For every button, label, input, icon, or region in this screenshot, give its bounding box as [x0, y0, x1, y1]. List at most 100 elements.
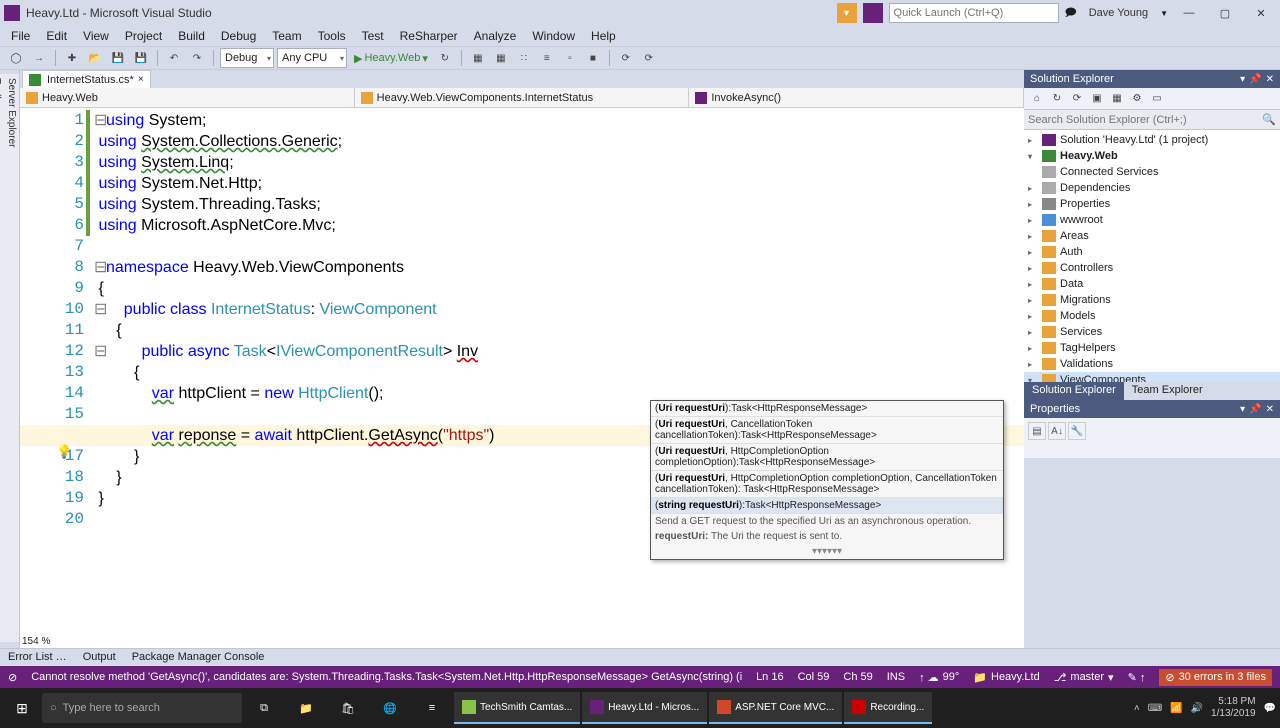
menu-project[interactable]: Project	[118, 27, 169, 45]
menu-test[interactable]: Test	[355, 27, 391, 45]
tree-node[interactable]: ▸wwwroot	[1024, 212, 1280, 228]
open-file-button[interactable]: 📂	[85, 48, 105, 68]
solution-search-input[interactable]	[1028, 114, 1262, 126]
lightbulb-icon[interactable]: 💡	[56, 444, 72, 460]
explorer-icon[interactable]: 📁	[286, 692, 326, 724]
undo-button[interactable]: ↶	[164, 48, 184, 68]
status-changes[interactable]: ✎ ↑	[1128, 671, 1146, 684]
toolbar-btn-1[interactable]: ▦	[468, 48, 488, 68]
team-explorer-tab[interactable]: Team Explorer	[1124, 382, 1211, 400]
redo-button[interactable]: ↷	[187, 48, 207, 68]
tree-node[interactable]: ▸Properties	[1024, 196, 1280, 212]
tree-node[interactable]: ▸Validations	[1024, 356, 1280, 372]
menu-help[interactable]: Help	[584, 27, 623, 45]
save-button[interactable]: 💾	[108, 48, 128, 68]
save-all-button[interactable]: 💾	[131, 48, 151, 68]
store-icon[interactable]: 🛍	[328, 692, 368, 724]
tree-node[interactable]: ▸Data	[1024, 276, 1280, 292]
toolbar-btn-5[interactable]: ▫	[560, 48, 580, 68]
tree-node[interactable]: Connected Services	[1024, 164, 1280, 180]
tree-node[interactable]: ▸Controllers	[1024, 260, 1280, 276]
start-button[interactable]: ⊞	[4, 692, 40, 724]
menu-team[interactable]: Team	[265, 27, 308, 45]
quick-launch-input[interactable]	[889, 3, 1059, 23]
prop-categorize-icon[interactable]: ▤	[1028, 422, 1046, 440]
config-dropdown[interactable]: Debug	[220, 48, 274, 68]
tree-node[interactable]: ▸Auth	[1024, 244, 1280, 260]
task-view-icon[interactable]: ⧉	[244, 692, 284, 724]
preview-icon[interactable]: ▭	[1148, 90, 1166, 108]
collapse-icon[interactable]: ▣	[1088, 90, 1106, 108]
taskbar-search[interactable]: ○Type here to search	[42, 693, 242, 723]
toolbar-btn-6[interactable]: ■	[583, 48, 603, 68]
output-tab[interactable]: Output	[75, 649, 124, 666]
browser-link-button[interactable]: ↻	[435, 48, 455, 68]
solution-search[interactable]: 🔍	[1024, 110, 1280, 130]
maximize-button[interactable]: ▢	[1210, 3, 1240, 23]
status-branch[interactable]: ⎇ master ▾	[1054, 671, 1114, 684]
zoom-level[interactable]: 154 %	[22, 636, 50, 647]
panel-close-icon[interactable]: ✕	[1266, 74, 1274, 85]
tree-solution[interactable]: ▸Solution 'Heavy.Ltd' (1 project)	[1024, 132, 1280, 148]
panel-pin-icon[interactable]: 📌	[1249, 74, 1261, 85]
intellisense-item[interactable]: (Uri requestUri, HttpCompletionOption co…	[651, 444, 1003, 471]
chrome-icon[interactable]: 🌐	[370, 692, 410, 724]
tray-volume-icon[interactable]: 🔊	[1191, 703, 1203, 714]
tree-node[interactable]: ▸Migrations	[1024, 292, 1280, 308]
status-errors[interactable]: ⊘ 30 errors in 3 files	[1159, 669, 1272, 686]
panel-dropdown-icon[interactable]: ▾	[1240, 404, 1245, 415]
feedback-icon[interactable]: 🗩	[1065, 4, 1077, 23]
intellisense-item[interactable]: (Uri requestUri, CancellationToken cance…	[651, 417, 1003, 444]
notification-bell-icon[interactable]	[863, 3, 883, 23]
panel-pin-icon[interactable]: 📌	[1249, 404, 1261, 415]
menu-resharper[interactable]: ReSharper	[393, 27, 465, 45]
nav-member[interactable]: InvokeAsync()	[689, 88, 1024, 107]
menu-analyze[interactable]: Analyze	[467, 27, 524, 45]
sync-icon[interactable]: ⟳	[1068, 90, 1086, 108]
pmc-tab[interactable]: Package Manager Console	[124, 649, 273, 666]
user-dropdown-icon[interactable]: ▼	[1160, 9, 1168, 18]
prop-wrench-icon[interactable]: 🔧	[1068, 422, 1086, 440]
tree-node[interactable]: ▸Areas	[1024, 228, 1280, 244]
tray-wifi-icon[interactable]: 📶	[1170, 703, 1182, 714]
tab-close-icon[interactable]: ×	[138, 74, 144, 85]
intellisense-item[interactable]: (Uri requestUri, HttpCompletionOption co…	[651, 471, 1003, 498]
menu-view[interactable]: View	[76, 27, 116, 45]
taskbar-clock[interactable]: 5:18 PM1/13/2019	[1211, 696, 1256, 720]
notification-badge[interactable]: ▾	[837, 3, 857, 23]
menu-tools[interactable]: Tools	[311, 27, 353, 45]
code-text[interactable]: ⊟using System; using System.Collections.…	[90, 108, 494, 648]
tree-node[interactable]: ▸Services	[1024, 324, 1280, 340]
taskbar-app[interactable]: TechSmith Camtas...	[454, 692, 580, 724]
tray-ime-icon[interactable]: ⌨	[1148, 703, 1162, 714]
nav-class[interactable]: Heavy.Web.ViewComponents.InternetStatus	[355, 88, 690, 107]
platform-dropdown[interactable]: Any CPU	[277, 48, 347, 68]
taskbar-app[interactable]: Heavy.Ltd - Micros...	[582, 692, 707, 724]
status-error-icon[interactable]: ⊘	[8, 671, 17, 684]
menu-file[interactable]: File	[4, 27, 37, 45]
error-list-tab[interactable]: Error List …	[0, 649, 75, 666]
refresh-icon[interactable]: ↻	[1048, 90, 1066, 108]
prop-alpha-icon[interactable]: A↓	[1048, 422, 1066, 440]
server-explorer-tab[interactable]: Server Explorer	[4, 74, 19, 642]
run-button[interactable]: ▶ Heavy.Web ▾	[350, 52, 432, 65]
toolbar-btn-7[interactable]: ⟳	[616, 48, 636, 68]
intellisense-item[interactable]: (Uri requestUri):Task<HttpResponseMessag…	[651, 401, 1003, 417]
menu-edit[interactable]: Edit	[39, 27, 74, 45]
solution-tree[interactable]: ▸Solution 'Heavy.Ltd' (1 project) ▾Heavy…	[1024, 130, 1280, 382]
tree-node-selected[interactable]: ▾ViewComponents	[1024, 372, 1280, 382]
menu-build[interactable]: Build	[171, 27, 212, 45]
toolbar-btn-8[interactable]: ⟳	[639, 48, 659, 68]
tree-node[interactable]: ▸Models	[1024, 308, 1280, 324]
menu-window[interactable]: Window	[525, 27, 582, 45]
tree-node[interactable]: ▸TagHelpers	[1024, 340, 1280, 356]
new-file-button[interactable]: ✚	[62, 48, 82, 68]
nav-project[interactable]: Heavy.Web	[20, 88, 355, 107]
panel-dropdown-icon[interactable]: ▾	[1240, 74, 1245, 85]
home-icon[interactable]: ⌂	[1028, 90, 1046, 108]
toolbox-tab[interactable]: Toolbox	[0, 74, 4, 642]
system-tray[interactable]: ˄ ⌨ 📶 🔊 5:18 PM1/13/2019 💬	[1134, 696, 1276, 720]
solution-explorer-tab[interactable]: Solution Explorer	[1024, 382, 1124, 400]
code-area[interactable]: 💡 12345 678910 1112131415 1617181920 ⊟us…	[20, 108, 1024, 648]
taskbar-app[interactable]: ASP.NET Core MVC...	[709, 692, 842, 724]
